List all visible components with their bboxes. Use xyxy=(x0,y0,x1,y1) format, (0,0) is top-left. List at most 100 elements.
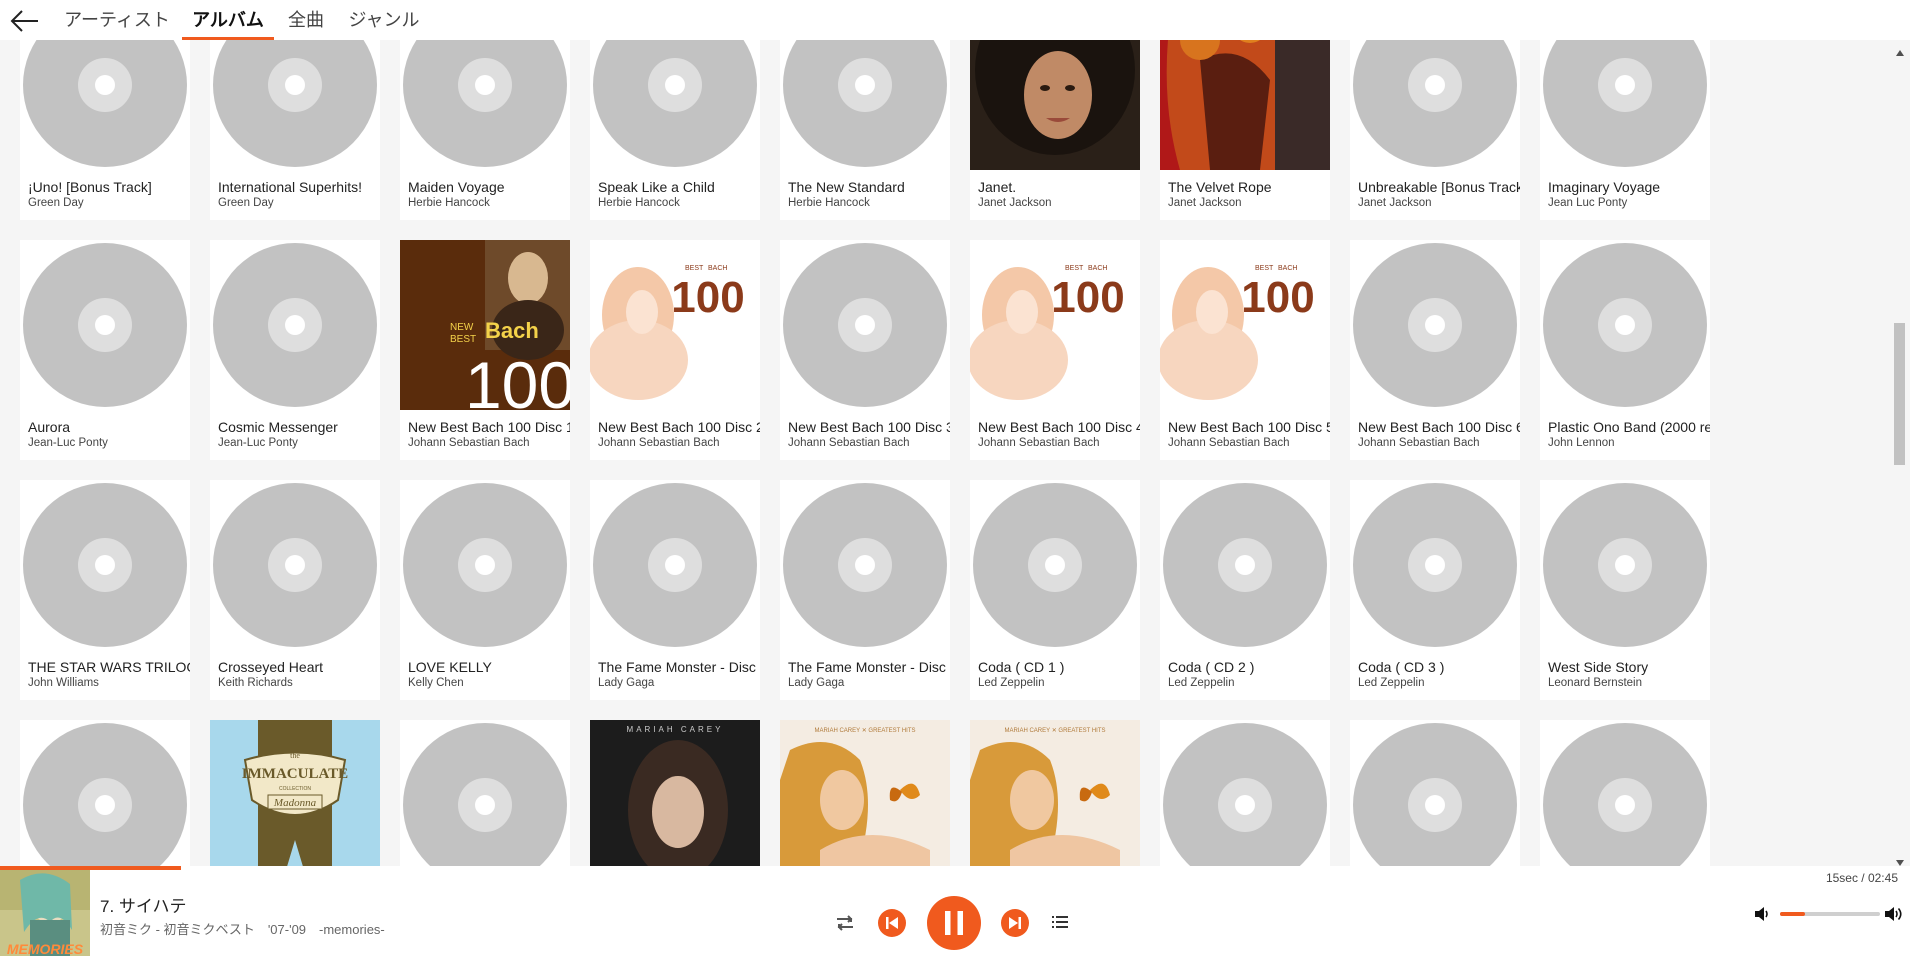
album-title: New Best Bach 100 Disc 2 xyxy=(598,419,760,435)
placeholder-disc-icon xyxy=(210,240,380,410)
volume-slider[interactable] xyxy=(1780,912,1880,916)
album-card[interactable]: Crosseyed Heart Keith Richards xyxy=(210,480,380,700)
album-cover-image xyxy=(970,40,1140,170)
album-card[interactable]: Maiden Voyage Herbie Hancock xyxy=(400,40,570,220)
album-card[interactable]: The New Standard Herbie Hancock xyxy=(780,40,950,220)
album-art xyxy=(1350,40,1520,170)
pause-button[interactable] xyxy=(927,896,981,950)
album-artist: Led Zeppelin xyxy=(1168,677,1235,689)
cover-text-best: BEST xyxy=(685,265,704,272)
album-artist: Johann Sebastian Bach xyxy=(788,437,910,449)
cover-text-best: BEST xyxy=(1255,265,1274,272)
album-artist: Johann Sebastian Bach xyxy=(978,437,1100,449)
cover-text-collection: COLLECTION xyxy=(279,786,311,792)
previous-track-button[interactable] xyxy=(878,909,906,937)
repeat-icon[interactable] xyxy=(832,910,858,936)
album-card[interactable]: MARIAH CAREY ✕ GREATEST HITSGreatest Hit… xyxy=(780,720,950,866)
tab-all-songs[interactable]: 全曲 xyxy=(284,0,328,40)
album-card[interactable]: Cosmic Messenger Jean-Luc Ponty xyxy=(210,240,380,460)
album-card[interactable]: The Velvet Rope Janet Jackson xyxy=(1160,40,1330,220)
album-card[interactable]: Come Away With Me xyxy=(1540,720,1710,866)
album-card[interactable]: Coda ( CD 2 ) Led Zeppelin xyxy=(1160,480,1330,700)
album-card[interactable]: MARIAH CAREYDAYDREAMDaydream xyxy=(590,720,760,866)
scrollbar-thumb[interactable] xyxy=(1894,323,1905,465)
album-cover-image: 100BEST BACH xyxy=(1160,240,1330,410)
album-card[interactable]: Between Two Worlds xyxy=(1160,720,1330,866)
playback-progress-bar[interactable] xyxy=(0,866,1910,870)
album-card[interactable]: Raw Like Sushi xyxy=(1350,720,1520,866)
album-card[interactable]: Speak Like a Child Herbie Hancock xyxy=(590,40,760,220)
album-card[interactable]: Coda ( CD 1 ) Led Zeppelin xyxy=(970,480,1140,700)
album-artist: Jean-Luc Ponty xyxy=(28,437,108,449)
album-card[interactable]: 100 BEST BACH New Best Bach 100 Disc 5 Johan… xyxy=(1160,240,1330,460)
cover-text-100: 100 xyxy=(1051,273,1124,322)
album-card[interactable]: Coda ( CD 3 ) Led Zeppelin xyxy=(1350,480,1520,700)
scroll-down-arrow-icon[interactable] xyxy=(1895,854,1905,866)
album-art xyxy=(400,480,570,650)
player-bar: MEMORIES 7. サイハテ 初音ミク - 初音ミクベスト '07-'09 … xyxy=(0,866,1910,956)
album-card[interactable]: LOVE KELLY Kelly Chen xyxy=(400,480,570,700)
album-cover-image: 100BEST BACH xyxy=(970,240,1140,410)
album-title: The Fame Monster - Disc 2 xyxy=(788,659,950,675)
album-card[interactable]: Imaginary Voyage Jean Luc Ponty xyxy=(1540,40,1710,220)
cover-text-bach: Bach xyxy=(485,318,539,343)
album-card[interactable]: International Superhits! Green Day xyxy=(210,40,380,220)
album-artist: Green Day xyxy=(218,197,274,209)
placeholder-disc-icon xyxy=(400,720,570,866)
album-card[interactable]: Celebration xyxy=(20,720,190,866)
volume-up-icon[interactable] xyxy=(1883,904,1905,924)
album-art xyxy=(780,480,950,650)
back-arrow-icon[interactable] xyxy=(8,6,42,36)
album-title: Imaginary Voyage xyxy=(1548,179,1661,195)
album-title: The Fame Monster - Disc 1 xyxy=(598,659,760,675)
tab-genre[interactable]: ジャンル xyxy=(346,0,422,40)
placeholder-disc-icon xyxy=(1350,40,1520,170)
album-card[interactable]: THE STAR WARS TRILOGY John Williams xyxy=(20,480,190,700)
vertical-scrollbar[interactable] xyxy=(1890,40,1910,866)
tab-album[interactable]: アルバム xyxy=(182,0,274,40)
album-card[interactable]: MARIAH CAREY ✕ GREATEST HITSGreatest Hit… xyxy=(970,720,1140,866)
album-grid-viewport: ¡Uno! [Bonus Track] Green Day Internationa… xyxy=(0,40,1890,866)
album-card[interactable]: theIMMACULATECOLLECTIONMadonnaThe Immacu… xyxy=(210,720,380,866)
placeholder-disc-icon xyxy=(590,40,760,170)
album-artist: Lady Gaga xyxy=(598,677,655,689)
album-artist: Janet Jackson xyxy=(1358,197,1432,209)
placeholder-disc-icon xyxy=(20,720,190,866)
album-card[interactable]: Janet. Janet Jackson xyxy=(970,40,1140,220)
placeholder-disc-icon xyxy=(780,40,950,170)
album-card[interactable]: 100 BEST BACH New Best Bach 100 Disc 4 Johan… xyxy=(970,240,1140,460)
scroll-up-arrow-icon[interactable] xyxy=(1895,44,1905,56)
album-card[interactable]: New Best Bach 100 Disc 3 Johann Sebastian… xyxy=(780,240,950,460)
album-card[interactable]: The Fame Monster - Disc 2 Lady Gaga xyxy=(780,480,950,700)
volume-down-icon[interactable] xyxy=(1752,904,1772,924)
next-track-button[interactable] xyxy=(1001,909,1029,937)
now-playing-subtitle: 初音ミク - 初音ミクベスト '07-'09 -memories- xyxy=(100,922,385,937)
album-card[interactable]: New Best Bach 100 Disc 6 Johann Sebastian… xyxy=(1350,240,1520,460)
tab-artist[interactable]: アーティスト xyxy=(60,0,174,40)
album-card[interactable]: #1 To Infinity [Japan] xyxy=(400,720,570,866)
album-art xyxy=(1160,480,1330,650)
album-artist: Johann Sebastian Bach xyxy=(1168,437,1290,449)
album-art xyxy=(210,240,380,410)
album-title: Cosmic Messenger xyxy=(218,419,338,435)
album-card[interactable]: ¡Uno! [Bonus Track] Green Day xyxy=(20,40,190,220)
time-display: 15sec / 02:45 xyxy=(1825,871,1898,885)
album-artist: Herbie Hancock xyxy=(408,197,490,209)
album-card[interactable]: Plastic Ono Band (2000 remaster) John Len… xyxy=(1540,240,1710,460)
album-artist: Johann Sebastian Bach xyxy=(598,437,720,449)
album-art xyxy=(1540,40,1710,170)
album-card[interactable]: NEW BEST Bach 100 New Best Bach 100 Disc 1 Jo… xyxy=(400,240,570,460)
album-card[interactable]: West Side Story Leonard Bernstein xyxy=(1540,480,1710,700)
album-card[interactable]: Aurora Jean-Luc Ponty xyxy=(20,240,190,460)
cover-text-artist: MARIAH CAREY xyxy=(627,725,724,734)
now-playing-cover[interactable]: MEMORIES xyxy=(0,870,90,956)
album-art: NEW BEST Bach 100 xyxy=(400,240,570,410)
album-card[interactable]: The Fame Monster - Disc 1 Lady Gaga xyxy=(590,480,760,700)
playlist-icon[interactable] xyxy=(1050,912,1070,932)
album-art: 100 BEST BACH xyxy=(590,240,760,410)
album-card[interactable]: 100 BEST BACH New Best Bach 100 Disc 2 Johan… xyxy=(590,240,760,460)
placeholder-disc-icon xyxy=(970,480,1140,650)
album-card[interactable]: Unbreakable [Bonus Track] Janet Jackson xyxy=(1350,40,1520,220)
cover-text-madonna: Madonna xyxy=(273,797,317,809)
album-art: the IMMACULATE COLLECTION Madonna xyxy=(210,720,380,866)
